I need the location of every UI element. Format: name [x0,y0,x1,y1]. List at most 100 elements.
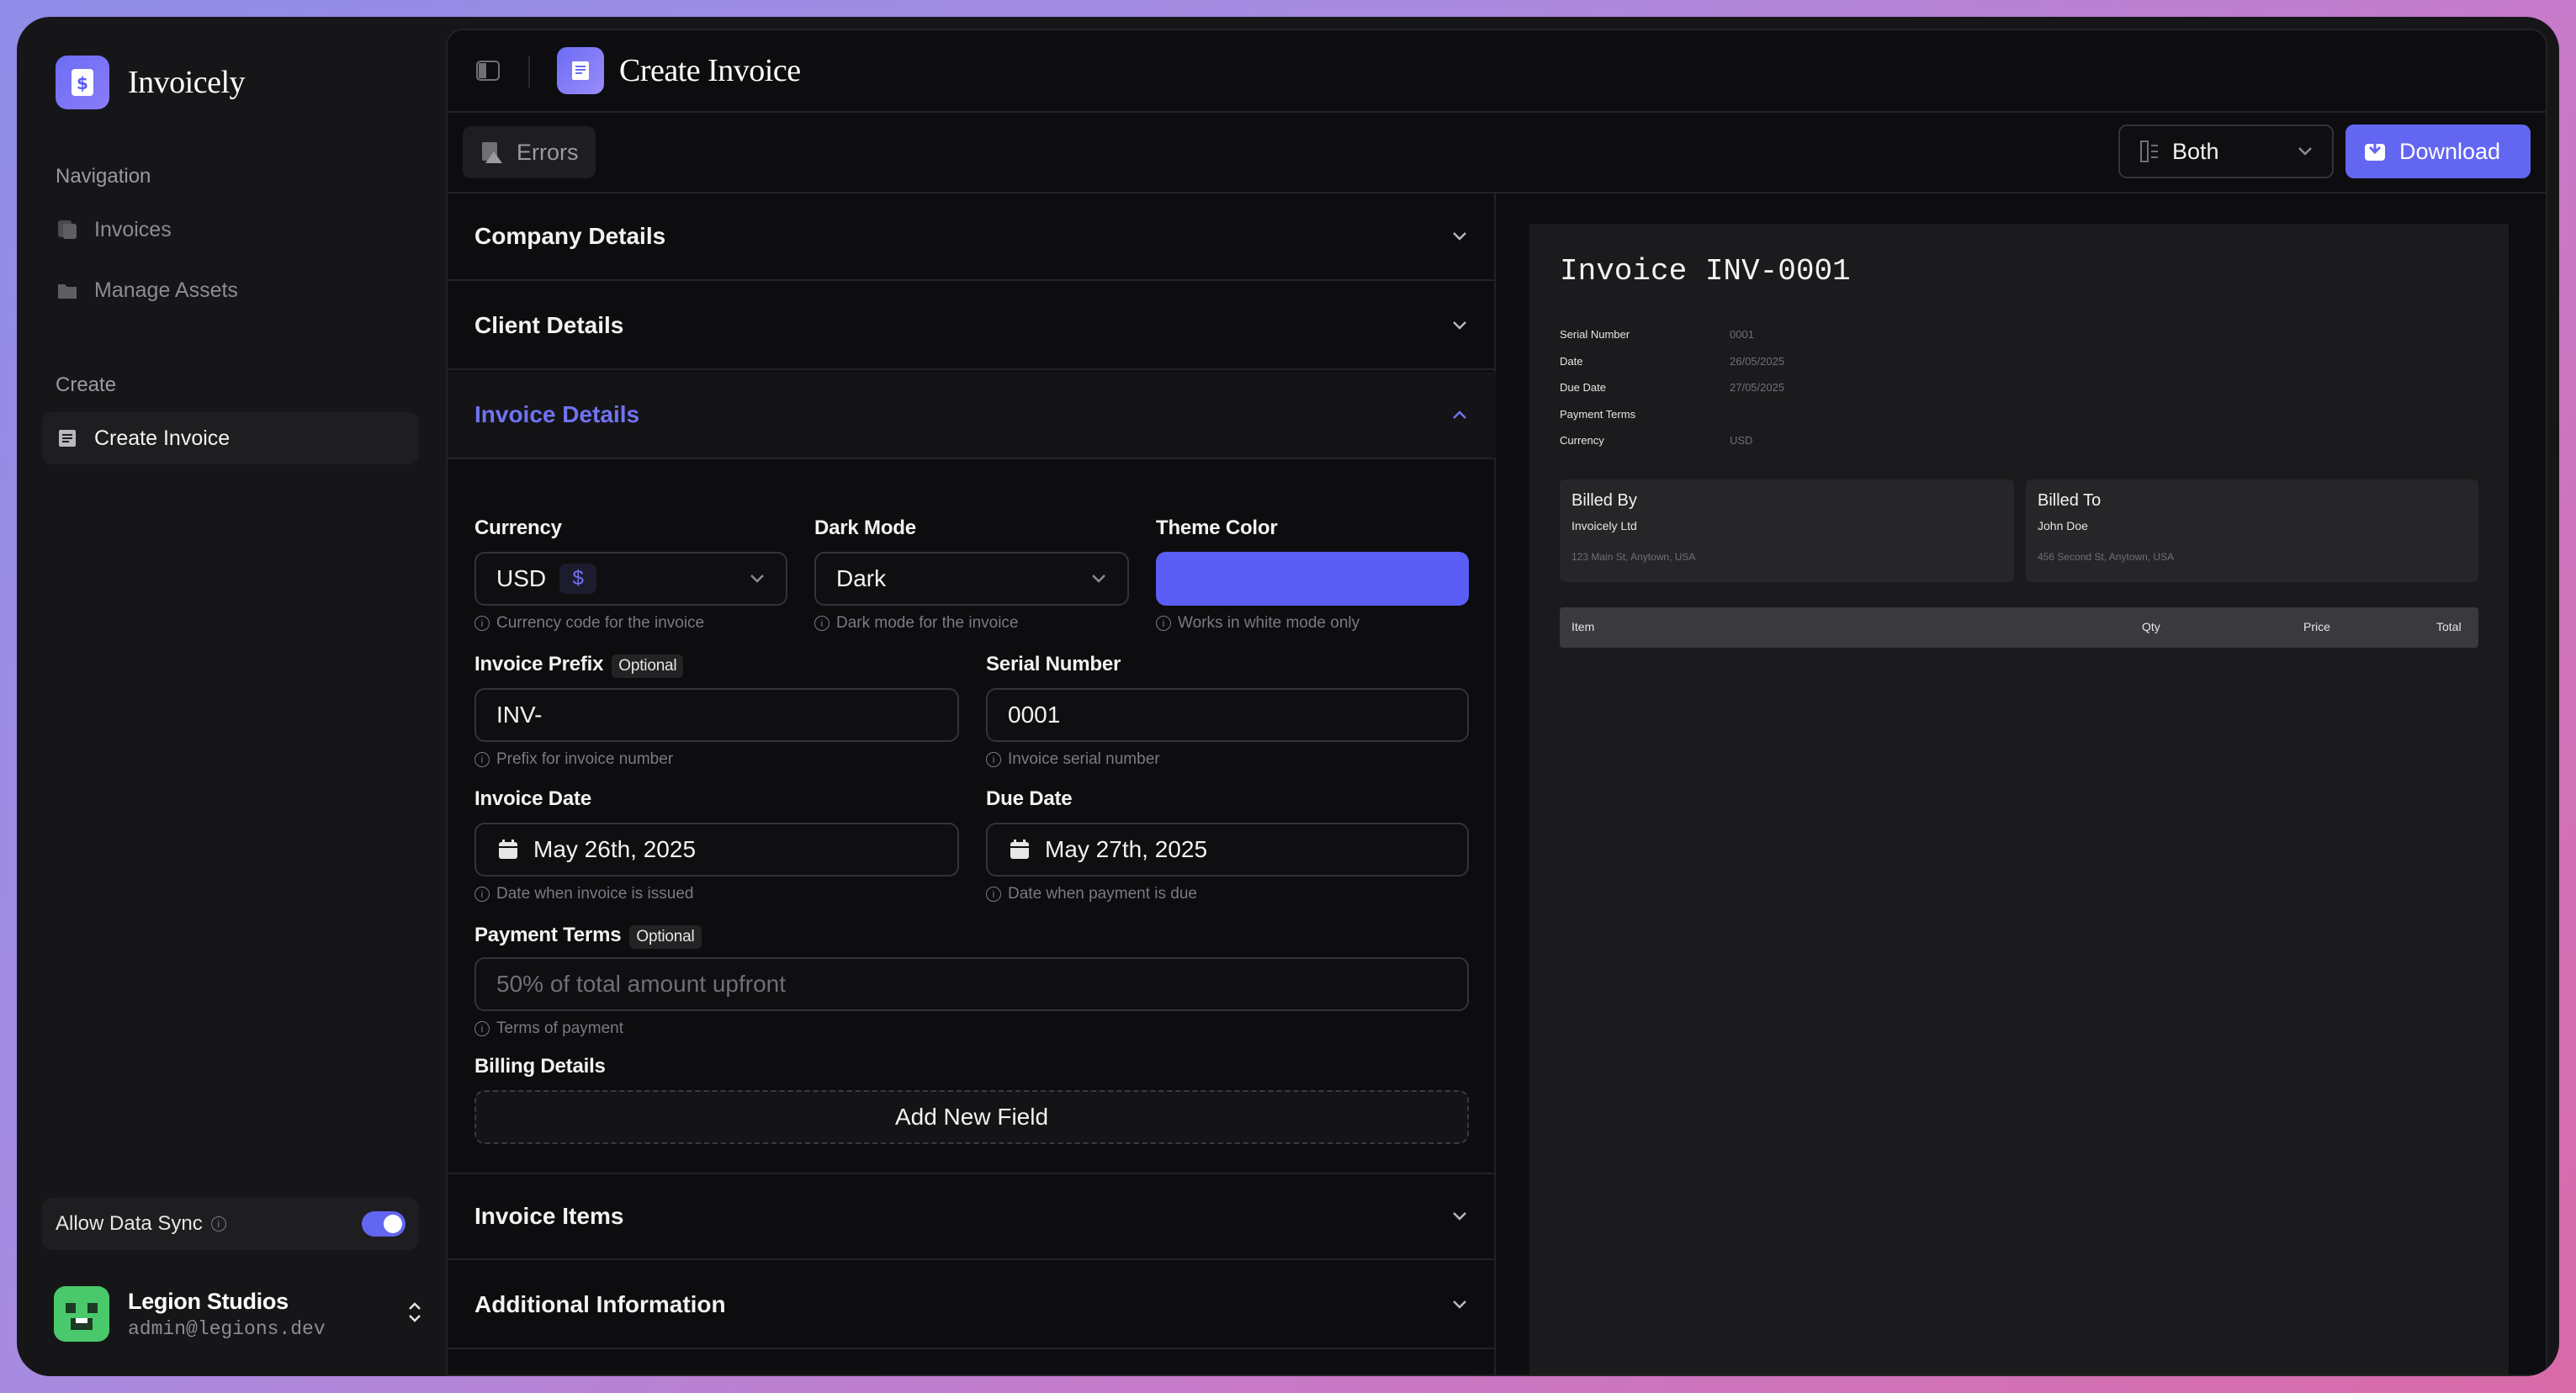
brand[interactable]: $ Invoicely [56,56,246,109]
app-window: $ Invoicely Navigation Invoices Manage A… [17,17,2559,1376]
col-qty: Qty [2142,620,2160,633]
split-view-icon [2140,140,2158,162]
billed-to-name: John Doe [2038,519,2088,532]
invoice-prefix-input[interactable]: INV- [474,688,959,742]
view-select[interactable]: Both [2118,124,2334,178]
billing-details-label: Billing Details [474,1055,606,1078]
avatar [54,1286,109,1342]
accordion-title: Client Details [474,312,624,338]
serial-number-label: Serial Number [986,653,1121,675]
chevron-up-icon [1453,410,1466,419]
accordion-title: Company Details [474,223,666,249]
header-bar: Create Invoice [448,30,2546,113]
data-sync-toggle[interactable] [362,1211,405,1237]
user-name: Legion Studios [128,1288,289,1314]
chevron-down-icon [2298,147,2312,156]
serial-number-hint: i Invoice serial number [986,750,1160,769]
user-email: admin@legions.dev [128,1317,326,1340]
preview-row-label: Payment Terms [1560,408,1636,421]
preview-row-value: USD [1730,434,1753,447]
preview-row-label: Currency [1560,434,1604,447]
currency-select[interactable]: USD $ [474,552,787,606]
col-total: Total [2436,620,2462,633]
sidebar-toggle-icon[interactable] [476,61,500,85]
invoice-date-label: Invoice Date [474,787,591,810]
info-icon[interactable]: i [210,1216,226,1231]
calendar-icon [499,840,517,859]
sidebar-item-manage-assets[interactable]: Manage Assets [42,264,419,316]
payment-terms-input[interactable]: 50% of total amount upfront [474,957,1469,1011]
preview-row-value: 27/05/2025 [1730,381,1785,394]
accordion-title: Invoice Items [474,1203,624,1229]
invoice-date-hint: i Date when invoice is issued [474,885,693,903]
billed-by-card: Billed By Invoicely Ltd 123 Main St, Any… [1560,479,2014,582]
download-icon [2365,140,2385,161]
user-menu[interactable]: Legion Studios admin@legions.dev [54,1279,424,1349]
chevron-down-icon [1453,1212,1466,1221]
due-date-picker[interactable]: May 27th, 2025 [986,823,1469,877]
accordion-client-details[interactable]: Client Details [448,283,1496,370]
data-sync-label: Allow Data Sync [56,1212,203,1235]
col-item: Item [1572,620,1595,633]
due-date-label: Due Date [986,787,1073,810]
divider [528,56,530,87]
serial-number-input[interactable]: 0001 [986,688,1469,742]
chevron-down-icon [1453,232,1466,241]
errors-button[interactable]: Errors [463,126,596,178]
accordion-invoice-items[interactable]: Invoice Items [448,1173,1496,1260]
receipt-icon [557,47,604,94]
accordion-invoice-details[interactable]: Invoice Details [448,372,1496,459]
sidebar-item-invoices[interactable]: Invoices [42,204,419,256]
accordion-company-details[interactable]: Company Details [448,193,1496,281]
dark-mode-label: Dark Mode [814,516,916,539]
preview-row-label: Date [1560,355,1583,368]
invoice-prefix-hint: i Prefix for invoice number [474,750,673,769]
billed-by-heading: Billed By [1572,491,1637,510]
invoice-date-picker[interactable]: May 26th, 2025 [474,823,959,877]
info-icon: i [474,887,490,902]
brand-name: Invoicely [128,65,246,100]
accordion-title: Additional Information [474,1291,726,1317]
calendar-icon [1010,840,1029,859]
theme-color-picker[interactable] [1156,552,1469,606]
chevron-down-icon [1453,321,1466,330]
download-label: Download [2399,138,2501,164]
sidebar-item-create-invoice[interactable]: Create Invoice [42,412,419,464]
optional-badge: Optional [629,925,702,949]
chevron-down-icon [1453,1300,1466,1309]
add-new-field-button[interactable]: Add New Field [474,1090,1469,1144]
preview-title: Invoice INV-0001 [1560,254,1851,289]
chevron-up-down-icon[interactable] [405,1299,424,1330]
errors-icon [482,142,502,163]
col-price: Price [2303,620,2330,633]
sidebar: $ Invoicely Navigation Invoices Manage A… [17,17,446,1376]
billed-to-address: 456 Second St, Anytown, USA [2038,551,2175,563]
accordion-additional-information[interactable]: Additional Information [448,1262,1496,1349]
errors-label: Errors [517,139,579,165]
info-icon: i [474,1021,490,1036]
info-icon: i [986,752,1001,767]
data-sync-row: Allow Data Sync i [42,1198,419,1250]
currency-label: Currency [474,516,562,539]
form-column: Company Details Client Details Invoice D… [448,193,1496,1374]
theme-color-hint: i Works in white mode only [1156,614,1360,633]
billed-by-address: 123 Main St, Anytown, USA [1572,551,1696,563]
preview-row-label: Due Date [1560,381,1606,394]
invoices-icon [56,218,79,241]
payment-terms-hint: i Terms of payment [474,1020,623,1038]
chevron-down-icon [1092,575,1105,583]
page-title: Create Invoice [619,53,801,88]
billed-by-name: Invoicely Ltd [1572,519,1637,532]
optional-badge: Optional [612,654,684,678]
info-icon: i [474,752,490,767]
download-button[interactable]: Download [2345,124,2531,178]
dark-mode-select[interactable]: Dark [814,552,1129,606]
sidebar-item-label: Manage Assets [94,278,238,302]
preview-row-value: 26/05/2025 [1730,355,1785,368]
sidebar-item-label: Create Invoice [94,426,231,450]
dark-mode-value: Dark [836,565,887,591]
billed-to-card: Billed To John Doe 456 Second St, Anytow… [2026,479,2478,582]
folder-icon [56,278,79,302]
view-select-value: Both [2172,138,2219,164]
info-icon: i [986,887,1001,902]
